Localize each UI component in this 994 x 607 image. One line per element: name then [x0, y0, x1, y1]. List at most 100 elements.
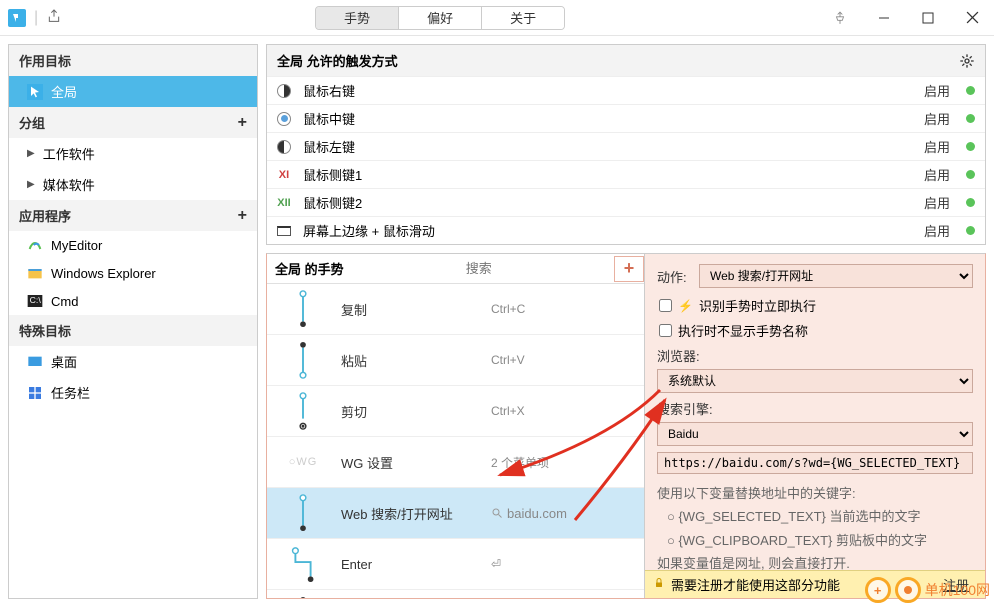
exec-now-checkbox[interactable] — [659, 299, 672, 312]
exec-now-label: 识别手势时立即执行 — [699, 296, 816, 315]
status-dot — [966, 142, 975, 151]
mouse-side2-icon: XII — [277, 197, 291, 209]
gesture-glyph-icon — [275, 596, 331, 598]
hide-name-label: 执行时不显示手势名称 — [678, 321, 808, 340]
sidebar-item-myeditor[interactable]: MyEditor — [9, 231, 257, 259]
titlebar: | 手势 偏好 关于 — [0, 0, 994, 36]
sidebar-item-label: Windows Explorer — [51, 266, 156, 281]
add-app-button[interactable]: + — [238, 207, 247, 225]
tab-about[interactable]: 关于 — [482, 7, 564, 29]
trigger-row[interactable]: 屏幕上边缘 + 鼠标滑动启用 — [267, 216, 985, 244]
chevron-right-icon: ▶ — [27, 148, 35, 159]
triggers-title: 全局 允许的触发方式 — [277, 51, 959, 70]
detail-panel: 动作: Web 搜索/打开网址 ⚡ 识别手势时立即执行 执行时不显示手势名称 浏… — [645, 254, 985, 598]
bolt-icon: ⚡ — [678, 299, 693, 313]
gesture-glyph-icon — [275, 290, 331, 328]
action-label: 动作: — [657, 267, 693, 286]
sidebar-item-label: 媒体软件 — [43, 175, 95, 194]
sidebar-header-special: 特殊目标 — [9, 315, 257, 346]
share-icon[interactable] — [46, 8, 62, 27]
sidebar-item-media[interactable]: ▶ 媒体软件 — [9, 169, 257, 200]
hint-text: 使用以下变量替换地址中的关键字: ○ {WG_SELECTED_TEXT} 当前… — [657, 482, 973, 576]
sidebar-header-groups: 分组 + — [9, 107, 257, 138]
gesture-row[interactable]: 粘贴 Ctrl+V — [267, 335, 644, 386]
search-input[interactable] — [424, 259, 534, 278]
gesture-row[interactable]: Web 搜索/打开网址 baidu.com — [267, 488, 644, 539]
app-myeditor-icon — [27, 237, 43, 253]
status-dot — [966, 114, 975, 123]
status-dot — [966, 198, 975, 207]
minimize-icon[interactable] — [862, 0, 906, 36]
hide-name-checkbox[interactable] — [659, 324, 672, 337]
sidebar-item-desktop[interactable]: 桌面 — [9, 346, 257, 377]
register-link[interactable]: 注册 — [943, 575, 969, 594]
sidebar-item-label: Cmd — [51, 294, 78, 309]
add-gesture-button[interactable]: + — [614, 256, 644, 282]
triggers-panel: 全局 允许的触发方式 鼠标右键启用 鼠标中键启用 鼠标左键启用 XI鼠标侧键1启… — [266, 44, 986, 245]
cursor-icon — [27, 84, 43, 100]
browser-select[interactable]: 系统默认 — [657, 369, 973, 393]
tab-preference[interactable]: 偏好 — [399, 7, 482, 29]
svg-text:C:\: C:\ — [30, 295, 42, 305]
chevron-right-icon: ▶ — [27, 179, 35, 190]
close-icon[interactable] — [950, 0, 994, 36]
gesture-row[interactable]: 剪切 Ctrl+X — [267, 386, 644, 437]
sidebar-item-taskbar[interactable]: 任务栏 — [9, 377, 257, 408]
sidebar-item-explorer[interactable]: Windows Explorer — [9, 259, 257, 287]
add-group-button[interactable]: + — [238, 114, 247, 132]
sidebar-item-label: 任务栏 — [51, 383, 90, 402]
folder-icon — [27, 265, 43, 281]
gesture-row[interactable]: Enter ⏎ — [267, 539, 644, 590]
sidebar-item-work[interactable]: ▶ 工作软件 — [9, 138, 257, 169]
gesture-row[interactable]: ○WG WG 设置 2 个菜单项 — [267, 437, 644, 488]
gesture-glyph-icon — [275, 545, 331, 583]
sidebar-header-targets: 作用目标 — [9, 45, 257, 76]
titlebar-divider: | — [32, 9, 40, 27]
lock-icon — [653, 577, 665, 592]
action-select[interactable]: Web 搜索/打开网址 — [699, 264, 973, 288]
gesture-glyph-icon — [275, 392, 331, 430]
browser-label: 浏览器: — [657, 346, 973, 365]
tab-gesture[interactable]: 手势 — [316, 7, 399, 29]
desktop-icon — [27, 354, 43, 370]
sidebar-item-label: MyEditor — [51, 238, 102, 253]
mouse-right-icon — [277, 84, 291, 98]
windows-icon — [27, 385, 43, 401]
engine-label: 搜索引擎: — [657, 399, 973, 418]
status-dot — [966, 170, 975, 179]
gesture-glyph-icon: ○WG — [275, 456, 331, 468]
trigger-row[interactable]: 鼠标右键启用 — [267, 76, 985, 104]
mouse-side1-icon: XI — [277, 169, 291, 181]
gestures-panel: 全局 的手势 + 复制 Ctrl+C 粘贴 Ctrl+V — [267, 254, 645, 598]
main-tabs: 手势 偏好 关于 — [315, 6, 565, 30]
gesture-row[interactable]: 粘贴并 Enter Ctrl+V ⏎ — [267, 590, 644, 598]
screen-edge-icon — [277, 226, 291, 236]
mouse-middle-icon — [277, 112, 291, 126]
trigger-row[interactable]: 鼠标左键启用 — [267, 132, 985, 160]
trigger-row[interactable]: 鼠标中键启用 — [267, 104, 985, 132]
gear-icon[interactable] — [959, 53, 975, 69]
engine-select[interactable]: Baidu — [657, 422, 973, 446]
pin-icon[interactable] — [818, 0, 862, 36]
status-dot — [966, 86, 975, 95]
sidebar-item-label: 工作软件 — [43, 144, 95, 163]
sidebar: 作用目标 全局 分组 + ▶ 工作软件 ▶ 媒体软件 应用程序 + MyEdit… — [8, 44, 258, 599]
sidebar-item-label: 全局 — [51, 82, 77, 101]
gestures-title: 全局 的手势 — [275, 259, 344, 278]
status-dot — [966, 226, 975, 235]
register-notice: 需要注册才能使用这部分功能 注册 — [645, 570, 985, 598]
sidebar-item-cmd[interactable]: C:\ Cmd — [9, 287, 257, 315]
sidebar-item-global[interactable]: 全局 — [9, 76, 257, 107]
gesture-glyph-icon — [275, 494, 331, 532]
terminal-icon: C:\ — [27, 293, 43, 309]
url-input[interactable] — [657, 452, 973, 474]
sidebar-header-apps: 应用程序 + — [9, 200, 257, 231]
trigger-row[interactable]: XI鼠标侧键1启用 — [267, 160, 985, 188]
gesture-glyph-icon — [275, 341, 331, 379]
maximize-icon[interactable] — [906, 0, 950, 36]
trigger-row[interactable]: XII鼠标侧键2启用 — [267, 188, 985, 216]
sidebar-item-label: 桌面 — [51, 352, 77, 371]
app-icon — [8, 9, 26, 27]
mouse-left-icon — [277, 140, 291, 154]
gesture-row[interactable]: 复制 Ctrl+C — [267, 284, 644, 335]
